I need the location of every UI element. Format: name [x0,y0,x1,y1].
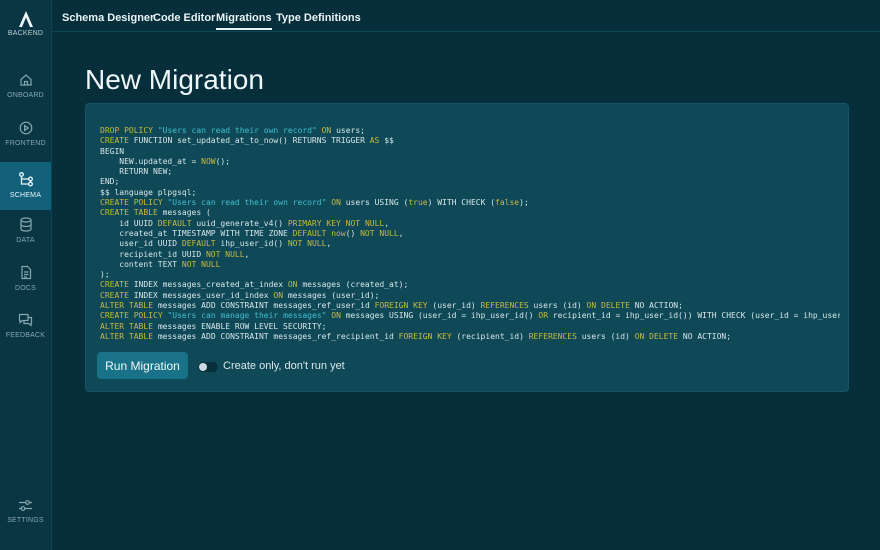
code-line: CREATE POLICY "Users can read their own … [100,198,529,208]
code-line: ALTER TABLE messages ADD CONSTRAINT mess… [100,301,683,311]
code-line: ALTER TABLE messages ADD CONSTRAINT mess… [100,331,732,341]
tab-migrations[interactable]: Migrations [216,12,272,30]
document-icon [20,265,31,280]
top-navigation: Schema Designer Code Editor Migrations T… [52,0,880,32]
code-line: DROP POLICY "Users can read their own re… [100,126,365,135]
code-line: ALTER TABLE messages ENABLE ROW LEVEL SE… [100,321,327,331]
tab-type-definitions[interactable]: Type Definitions [276,12,361,24]
schema-icon [18,172,33,187]
sidebar-item-label: ONBOARD [7,92,44,99]
brand-label: BACKEND [7,30,44,37]
brand-logo[interactable]: BACKEND [0,8,51,37]
page-title: New Migration [85,64,264,95]
sidebar-item-label: FEEDBACK [5,332,46,339]
play-icon [19,121,32,135]
sidebar-item-feedback[interactable]: FEEDBACK [0,304,51,352]
chat-icon [18,313,33,327]
lambda-logo-icon [18,11,33,27]
code-line: CREATE TABLE messages ( [100,208,211,218]
code-line: RETURN NEW; [100,167,173,177]
toggle-knob [199,363,207,371]
code-line: NEW.updated_at = NOW(); [100,156,231,166]
sidebar-item-onboard[interactable]: ONBOARD [0,64,51,112]
code-line: CREATE INDEX messages_created_at_index O… [100,280,409,290]
code-line: user_id UUID DEFAULT ihp_user_id() NOT N… [100,239,332,249]
create-only-toggle[interactable] [198,362,218,372]
settings-sliders-icon [19,500,32,511]
sidebar: BACKEND ONBOARD FRONTEND SCHEMA DATA DOC… [0,0,52,550]
sidebar-item-settings[interactable]: SETTINGS [0,490,51,538]
sidebar-item-label: SETTINGS [7,517,44,524]
sidebar-item-label: FRONTEND [5,140,46,147]
database-icon [19,217,32,232]
code-line: id UUID DEFAULT uuid_generate_v4() PRIMA… [100,218,390,228]
sidebar-item-schema[interactable]: SCHEMA [0,162,51,210]
create-only-label: Create only, don't run yet [223,360,345,372]
migration-panel: DROP POLICY "Users can read their own re… [85,103,849,392]
sidebar-item-frontend[interactable]: FRONTEND [0,112,51,160]
sidebar-item-docs[interactable]: DOCS [0,256,51,304]
sidebar-item-label: DATA [16,237,35,244]
sidebar-item-data[interactable]: DATA [0,208,51,256]
code-line: BEGIN [100,146,125,156]
run-migration-button[interactable]: Run Migration [97,352,188,379]
home-icon [19,74,32,86]
migration-sql-editor[interactable]: DROP POLICY "Users can read their own re… [100,126,840,342]
sidebar-item-label: SCHEMA [9,192,42,199]
code-line: recipient_id UUID NOT NULL, [100,249,250,259]
code-line: CREATE POLICY "Users can manage their me… [100,311,840,321]
code-line: $$ language plpgsql; [100,187,197,197]
code-line: ); [100,270,110,280]
code-line: created_at TIMESTAMP WITH TIME ZONE DEFA… [100,228,404,238]
code-line: content TEXT NOT NULL [100,259,221,269]
code-line: CREATE INDEX messages_user_id_index ON m… [100,290,380,300]
code-line: END; [100,177,120,187]
tab-code-editor[interactable]: Code Editor [153,12,215,24]
sidebar-item-label: DOCS [14,285,37,292]
code-line: CREATE FUNCTION set_updated_at_to_now() … [100,136,394,146]
tab-schema-designer[interactable]: Schema Designer [62,12,154,24]
